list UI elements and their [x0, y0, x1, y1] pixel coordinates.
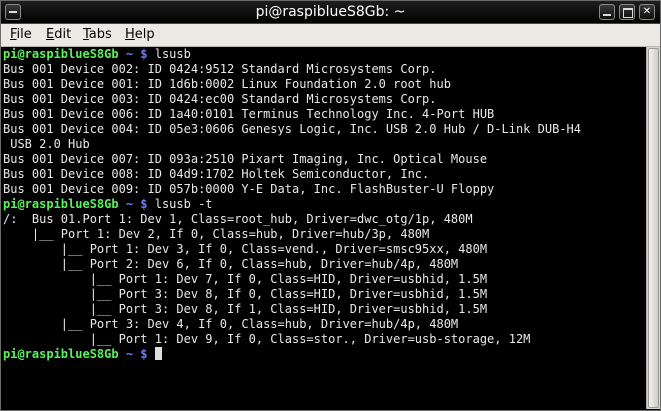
tree-line: |__ Port 2: Dev 6, If 0, Class=hub, Driv… — [3, 257, 459, 271]
output-line: Bus 001 Device 002: ID 0424:9512 Standar… — [3, 62, 437, 76]
output-line: Bus 001 Device 007: ID 093a:2510 Pixart … — [3, 152, 488, 166]
close-icon[interactable]: ✕ — [639, 4, 655, 20]
tree-line: /: Bus 01.Port 1: Dev 1, Class=root_hub,… — [3, 212, 473, 226]
prompt-path: ~ $ — [118, 347, 155, 361]
tree-line: |__ Port 3: Dev 8, If 1, Class=HID, Driv… — [3, 302, 488, 316]
vertical-scrollbar[interactable] — [646, 47, 660, 409]
maximize-icon[interactable] — [619, 4, 635, 20]
menu-bar: File Edit Tabs Help — [1, 24, 660, 47]
menu-edit-label: dit — [54, 27, 72, 42]
tree-line: |__ Port 1: Dev 9, If 0, Class=stor., Dr… — [3, 332, 531, 346]
title-bar[interactable]: pi@raspiblueS8Gb: ~ ✕ — [1, 1, 660, 24]
output-line: USB 2.0 Hub — [3, 137, 90, 151]
output-line: Bus 001 Device 008: ID 04d9:1702 Holtek … — [3, 167, 430, 181]
menu-file-label: ile — [16, 27, 32, 42]
window-title: pi@raspiblueS8Gb: ~ — [255, 4, 406, 20]
prompt-line: pi@raspiblueS8Gb ~ $ lsusb -t — [3, 197, 645, 212]
menu-help[interactable]: Help — [125, 27, 155, 43]
prompt-line: pi@raspiblueS8Gb ~ $ lsusb — [3, 47, 645, 62]
tree-line: |__ Port 3: Dev 8, If 0, Class=HID, Driv… — [3, 287, 488, 301]
prompt-path: ~ $ — [118, 47, 155, 61]
text-cursor — [154, 347, 162, 360]
tree-line: |__ Port 1: Dev 7, If 0, Class=HID, Driv… — [3, 272, 488, 286]
prompt-line: pi@raspiblueS8Gb ~ $ — [3, 347, 645, 362]
output-line: Bus 001 Device 004: ID 05e3:0606 Genesys… — [3, 122, 581, 136]
prompt-user: pi@raspiblueS8Gb — [3, 347, 119, 361]
menu-tabs-label: abs — [88, 27, 112, 42]
scrollbar-thumb[interactable] — [648, 48, 659, 408]
command-text: lsusb -t — [154, 197, 213, 211]
terminal-output[interactable]: pi@raspiblueS8Gb ~ $ lsusb Bus 001 Devic… — [3, 47, 645, 409]
terminal-window: pi@raspiblueS8Gb: ~ ✕ File Edit Tabs Hel… — [0, 0, 661, 411]
command-text: lsusb — [154, 47, 191, 61]
menu-help-mnemonic: H — [125, 27, 135, 42]
prompt-user: pi@raspiblueS8Gb — [3, 47, 119, 61]
tree-line: |__ Port 3: Dev 4, If 0, Class=hub, Driv… — [3, 317, 459, 331]
minimize-icon[interactable] — [599, 4, 615, 20]
menu-edit[interactable]: Edit — [46, 27, 71, 43]
output-line: Bus 001 Device 006: ID 1a40:0101 Terminu… — [3, 107, 495, 121]
tree-line: |__ Port 1: Dev 3, If 0, Class=vend., Dr… — [3, 242, 488, 256]
output-line: Bus 001 Device 003: ID 0424:ec00 Standar… — [3, 92, 437, 106]
menu-help-label: elp — [134, 27, 155, 42]
menu-edit-mnemonic: E — [46, 27, 55, 42]
output-line: Bus 001 Device 009: ID 057b:0000 Y-E Dat… — [3, 182, 495, 196]
menu-tabs[interactable]: Tabs — [83, 27, 112, 43]
tree-line: |__ Port 1: Dev 2, If 0, Class=hub, Driv… — [3, 227, 430, 241]
prompt-path: ~ $ — [118, 197, 155, 211]
output-line: Bus 001 Device 001: ID 1d6b:0002 Linux F… — [3, 77, 451, 91]
menu-file[interactable]: File — [10, 27, 32, 43]
prompt-user: pi@raspiblueS8Gb — [3, 197, 119, 211]
